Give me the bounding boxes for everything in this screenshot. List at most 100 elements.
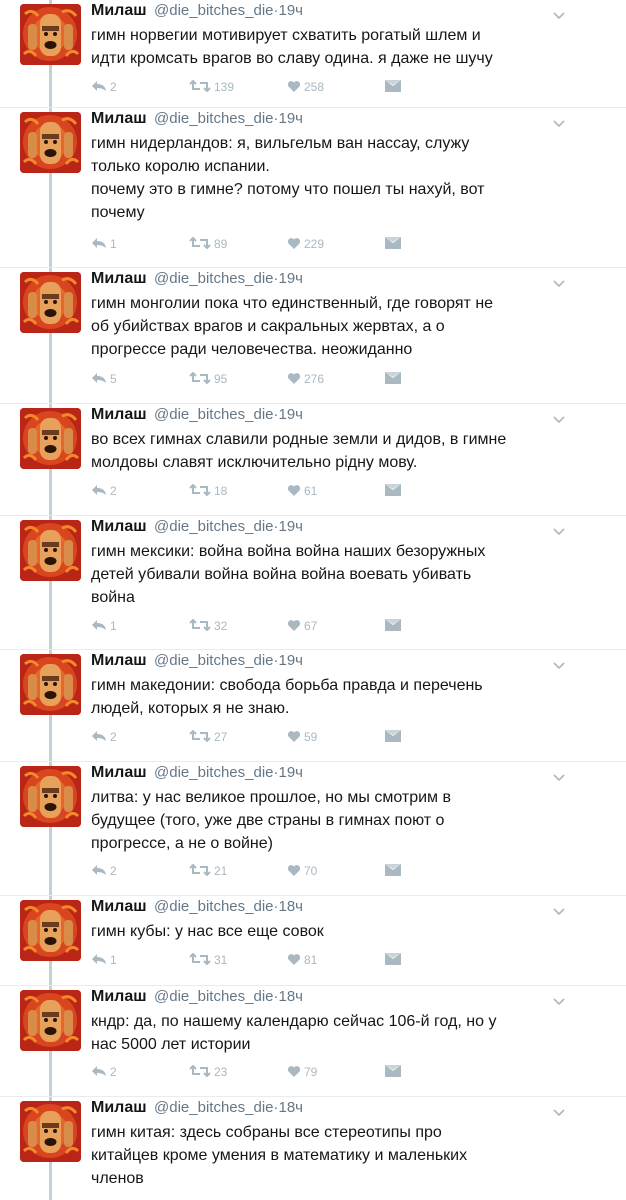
tweet[interactable]: Милаш @die_bitches_die·19ч гимн монголии… (0, 268, 626, 404)
tweet[interactable]: Милаш @die_bitches_die·18ч гимн китая: з… (0, 1097, 626, 1200)
avatar[interactable] (20, 900, 81, 961)
chevron-down-icon[interactable] (553, 115, 565, 128)
tweet[interactable]: Милаш @die_bitches_die·19ч литва: у нас … (0, 762, 626, 896)
direct-message-button[interactable] (385, 863, 415, 879)
author-name[interactable]: Милаш (91, 2, 147, 19)
tweet[interactable]: Милаш @die_bitches_die·18ч гимн кубы: у … (0, 896, 626, 986)
author-handle[interactable]: @die_bitches_die (154, 406, 273, 423)
author-handle[interactable]: @die_bitches_die (154, 270, 273, 287)
reply-button[interactable]: 1 (91, 237, 189, 252)
author-name[interactable]: Милаш (91, 518, 147, 535)
avatar[interactable] (20, 1101, 81, 1162)
avatar[interactable] (20, 520, 81, 581)
retweet-button[interactable]: 31 (189, 952, 287, 968)
author-handle[interactable]: @die_bitches_die (154, 2, 273, 19)
reply-button[interactable]: 1 (91, 619, 189, 634)
tweet-time[interactable]: 19ч (279, 406, 304, 423)
tweet[interactable]: Милаш @die_bitches_die·19ч гимн норвегии… (0, 0, 626, 108)
author-name[interactable]: Милаш (91, 652, 147, 669)
author-handle[interactable]: @die_bitches_die (154, 898, 273, 915)
tweet[interactable]: Милаш @die_bitches_die·19ч гимн македони… (0, 650, 626, 762)
direct-message-button[interactable] (385, 729, 415, 745)
tweet[interactable]: Милаш @die_bitches_die·19ч гимн нидерлан… (0, 108, 626, 268)
chevron-down-icon[interactable] (553, 411, 565, 424)
reply-button[interactable]: 2 (91, 864, 189, 879)
tweet-time[interactable]: 19ч (279, 764, 304, 781)
retweet-icon (189, 729, 214, 745)
direct-message-icon (385, 952, 404, 968)
author-name[interactable]: Милаш (91, 110, 147, 127)
tweet-time[interactable]: 18ч (279, 988, 304, 1005)
tweet-header: Милаш @die_bitches_die·19ч (91, 650, 591, 672)
like-button[interactable]: 258 (287, 80, 385, 95)
author-handle[interactable]: @die_bitches_die (154, 110, 273, 127)
avatar[interactable] (20, 990, 81, 1051)
avatar[interactable] (20, 408, 81, 469)
direct-message-button[interactable] (385, 79, 415, 95)
reply-button[interactable]: 1 (91, 953, 189, 968)
chevron-down-icon[interactable] (553, 7, 565, 20)
direct-message-button[interactable] (385, 618, 415, 634)
author-name[interactable]: Милаш (91, 898, 147, 915)
retweet-button[interactable]: 23 (189, 1064, 287, 1080)
like-button[interactable]: 79 (287, 1065, 385, 1080)
author-handle[interactable]: @die_bitches_die (154, 988, 273, 1005)
direct-message-button[interactable] (385, 236, 415, 252)
retweet-button[interactable]: 139 (189, 79, 287, 95)
tweet-time[interactable]: 19ч (279, 652, 304, 669)
retweet-button[interactable]: 18 (189, 483, 287, 499)
chevron-down-icon[interactable] (553, 903, 565, 916)
tweet-time[interactable]: 18ч (279, 1099, 304, 1116)
direct-message-button[interactable] (385, 483, 415, 499)
reply-button[interactable]: 5 (91, 372, 189, 387)
chevron-down-icon[interactable] (553, 993, 565, 1006)
retweet-button[interactable]: 95 (189, 371, 287, 387)
tweet-time[interactable]: 19ч (279, 110, 304, 127)
avatar[interactable] (20, 4, 81, 65)
author-handle[interactable]: @die_bitches_die (154, 518, 273, 535)
like-button[interactable]: 276 (287, 372, 385, 387)
author-handle[interactable]: @die_bitches_die (154, 652, 273, 669)
tweet[interactable]: Милаш @die_bitches_die·18ч кндр: да, по … (0, 986, 626, 1097)
retweet-button[interactable]: 21 (189, 863, 287, 879)
direct-message-button[interactable] (385, 1064, 415, 1080)
reply-button[interactable]: 2 (91, 1065, 189, 1080)
author-name[interactable]: Милаш (91, 1099, 147, 1116)
tweet-time[interactable]: 19ч (279, 518, 304, 535)
direct-message-button[interactable] (385, 952, 415, 968)
tweet-time[interactable]: 19ч (279, 2, 304, 19)
reply-button[interactable]: 2 (91, 80, 189, 95)
tweet-time[interactable]: 19ч (279, 270, 304, 287)
author-name[interactable]: Милаш (91, 988, 147, 1005)
chevron-down-icon[interactable] (553, 769, 565, 782)
chevron-down-icon[interactable] (553, 1104, 565, 1117)
author-name[interactable]: Милаш (91, 764, 147, 781)
avatar[interactable] (20, 654, 81, 715)
tweet-actions: 1 31 81 (91, 951, 415, 969)
retweet-button[interactable]: 27 (189, 729, 287, 745)
chevron-down-icon[interactable] (553, 657, 565, 670)
author-name[interactable]: Милаш (91, 270, 147, 287)
chevron-down-icon[interactable] (553, 275, 565, 288)
like-button[interactable]: 70 (287, 864, 385, 879)
avatar[interactable] (20, 112, 81, 173)
direct-message-button[interactable] (385, 371, 415, 387)
like-button[interactable]: 67 (287, 619, 385, 634)
like-button[interactable]: 59 (287, 730, 385, 745)
retweet-button[interactable]: 32 (189, 618, 287, 634)
author-handle[interactable]: @die_bitches_die (154, 1099, 273, 1116)
author-handle[interactable]: @die_bitches_die (154, 764, 273, 781)
reply-button[interactable]: 2 (91, 484, 189, 499)
author-name[interactable]: Милаш (91, 406, 147, 423)
tweet-time[interactable]: 18ч (279, 898, 304, 915)
like-button[interactable]: 229 (287, 237, 385, 252)
reply-button[interactable]: 2 (91, 730, 189, 745)
avatar[interactable] (20, 766, 81, 827)
tweet[interactable]: Милаш @die_bitches_die·19ч гимн мексики:… (0, 516, 626, 650)
like-button[interactable]: 81 (287, 953, 385, 968)
tweet[interactable]: Милаш @die_bitches_die·19ч во всех гимна… (0, 404, 626, 516)
retweet-button[interactable]: 89 (189, 236, 287, 252)
chevron-down-icon[interactable] (553, 523, 565, 536)
avatar[interactable] (20, 272, 81, 333)
like-button[interactable]: 61 (287, 484, 385, 499)
